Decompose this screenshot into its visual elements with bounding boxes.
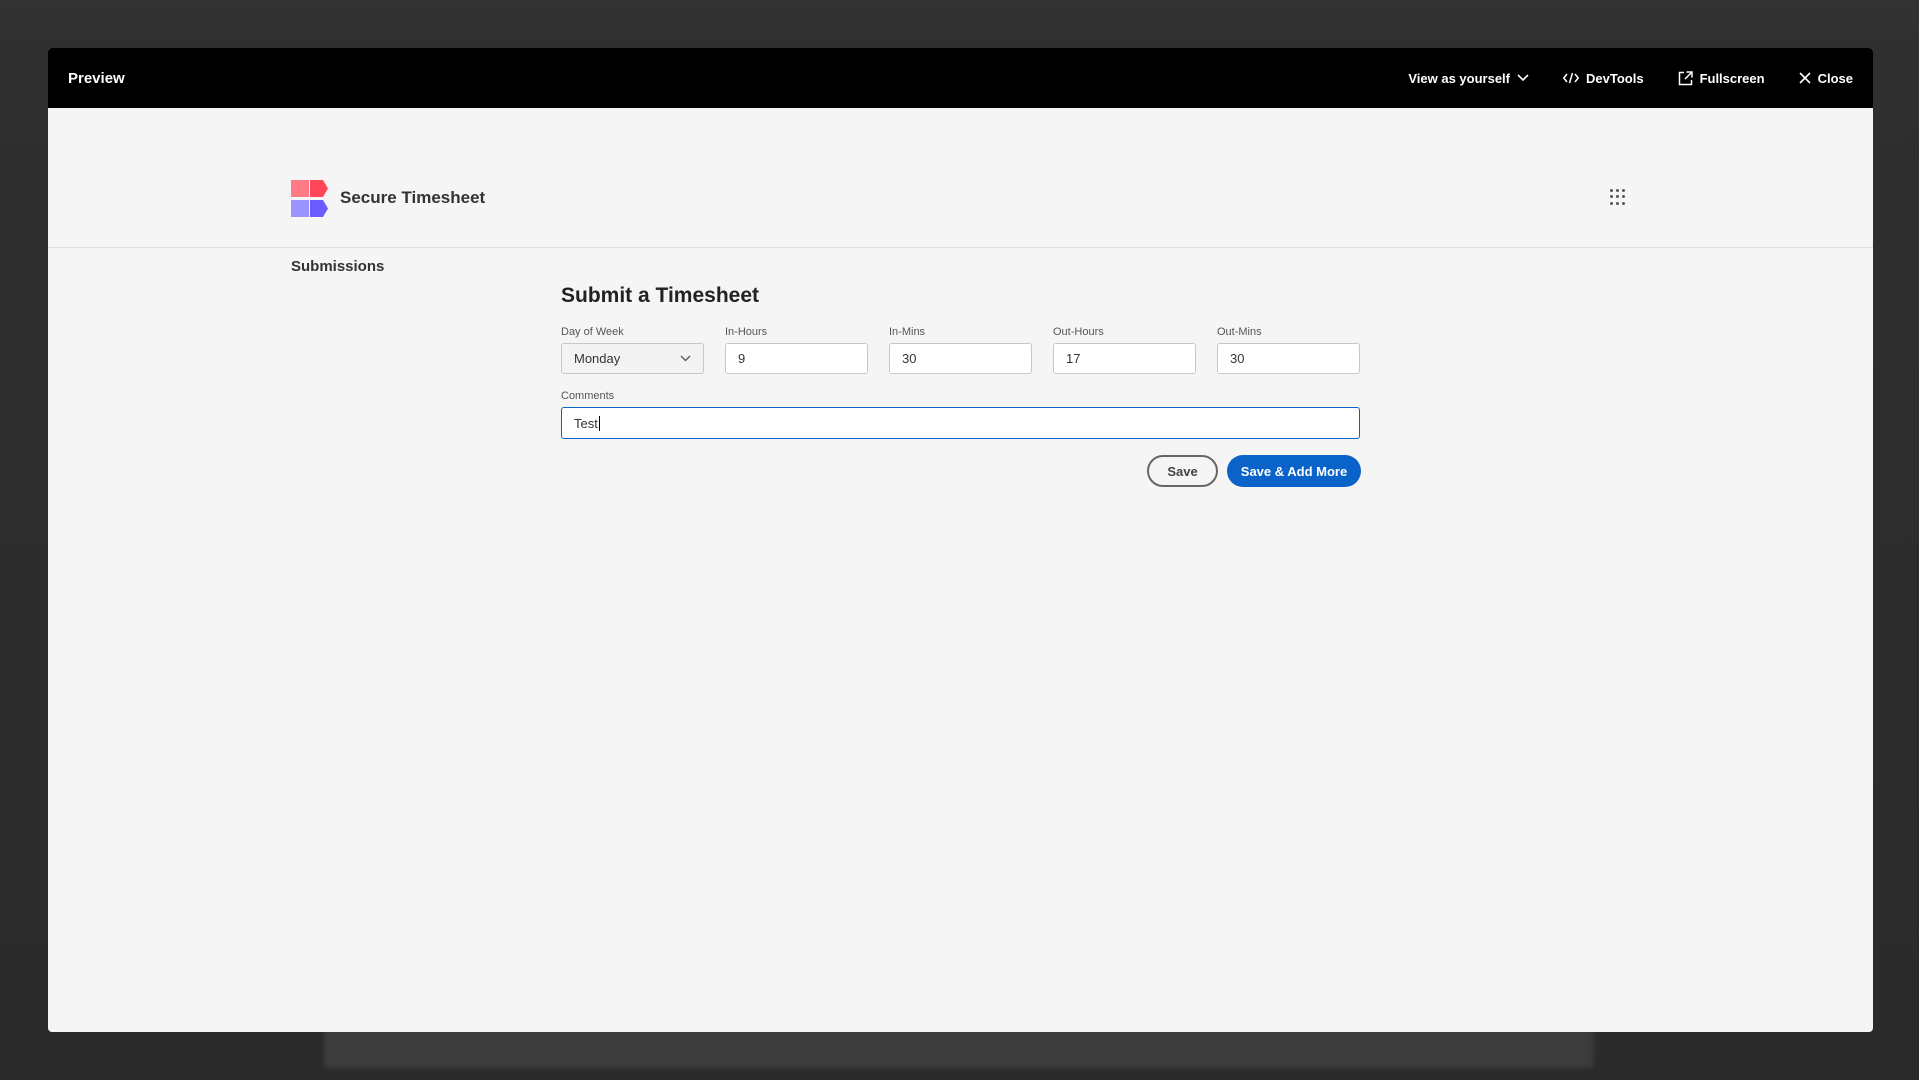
nav-submissions[interactable]: Submissions: [291, 258, 384, 275]
in-hours-field: In-Hours 9: [725, 326, 868, 374]
day-of-week-select[interactable]: Monday: [561, 343, 704, 374]
out-mins-input[interactable]: 30: [1217, 343, 1360, 374]
field-label: Day of Week: [561, 326, 624, 338]
form-title: Submit a Timesheet: [561, 284, 760, 307]
close-label: Close: [1817, 70, 1853, 86]
preview-header: Preview View as yourself DevTools Fullsc…: [48, 48, 1873, 108]
select-value: Monday: [574, 351, 621, 366]
close-icon: [1799, 72, 1811, 84]
in-mins-field: In-Mins 30: [889, 326, 1032, 374]
in-mins-input[interactable]: 30: [889, 343, 1032, 374]
day-of-week-field: Day of Week Monday: [561, 326, 704, 374]
comments-value: Test: [574, 415, 598, 431]
field-label: Comments: [561, 390, 615, 402]
preview-modal: Preview View as yourself DevTools Fullsc…: [48, 48, 1873, 1032]
external-link-icon: [1678, 70, 1693, 85]
app-grid-menu-icon[interactable]: [1610, 189, 1626, 205]
in-hours-input[interactable]: 9: [725, 343, 868, 374]
field-label: In-Mins: [889, 326, 926, 338]
out-hours-field: Out-Hours 17: [1053, 326, 1196, 374]
app-logo-icon: [291, 180, 328, 217]
timesheet-form: Submit a Timesheet Day of Week Monday In…: [561, 284, 1361, 487]
chevron-down-icon: [680, 355, 691, 362]
app-header: Secure Timesheet Submissions: [48, 108, 1873, 275]
view-as-label: View as yourself: [1408, 70, 1510, 86]
comments-field: Comments Test: [561, 390, 1361, 439]
preview-title: Preview: [68, 69, 125, 87]
comments-input[interactable]: Test: [561, 407, 1360, 439]
save-button[interactable]: Save: [1147, 455, 1218, 487]
field-label: In-Hours: [725, 326, 768, 338]
close-button[interactable]: Close: [1799, 71, 1853, 86]
field-label: Out-Hours: [1053, 326, 1104, 338]
out-mins-field: Out-Mins 30: [1217, 326, 1360, 374]
out-hours-input[interactable]: 17: [1053, 343, 1196, 374]
field-label: Out-Mins: [1217, 326, 1262, 338]
save-and-add-more-button[interactable]: Save & Add More: [1227, 455, 1361, 487]
fullscreen-label: Fullscreen: [1699, 70, 1765, 86]
code-icon: [1563, 72, 1579, 84]
app-title: Secure Timesheet: [340, 188, 486, 207]
view-as-dropdown[interactable]: View as yourself: [1408, 71, 1529, 86]
devtools-label: DevTools: [1586, 70, 1644, 86]
devtools-button[interactable]: DevTools: [1563, 71, 1644, 86]
fullscreen-button[interactable]: Fullscreen: [1678, 71, 1765, 86]
chevron-down-icon: [1517, 74, 1529, 82]
text-caret: [598, 415, 600, 431]
